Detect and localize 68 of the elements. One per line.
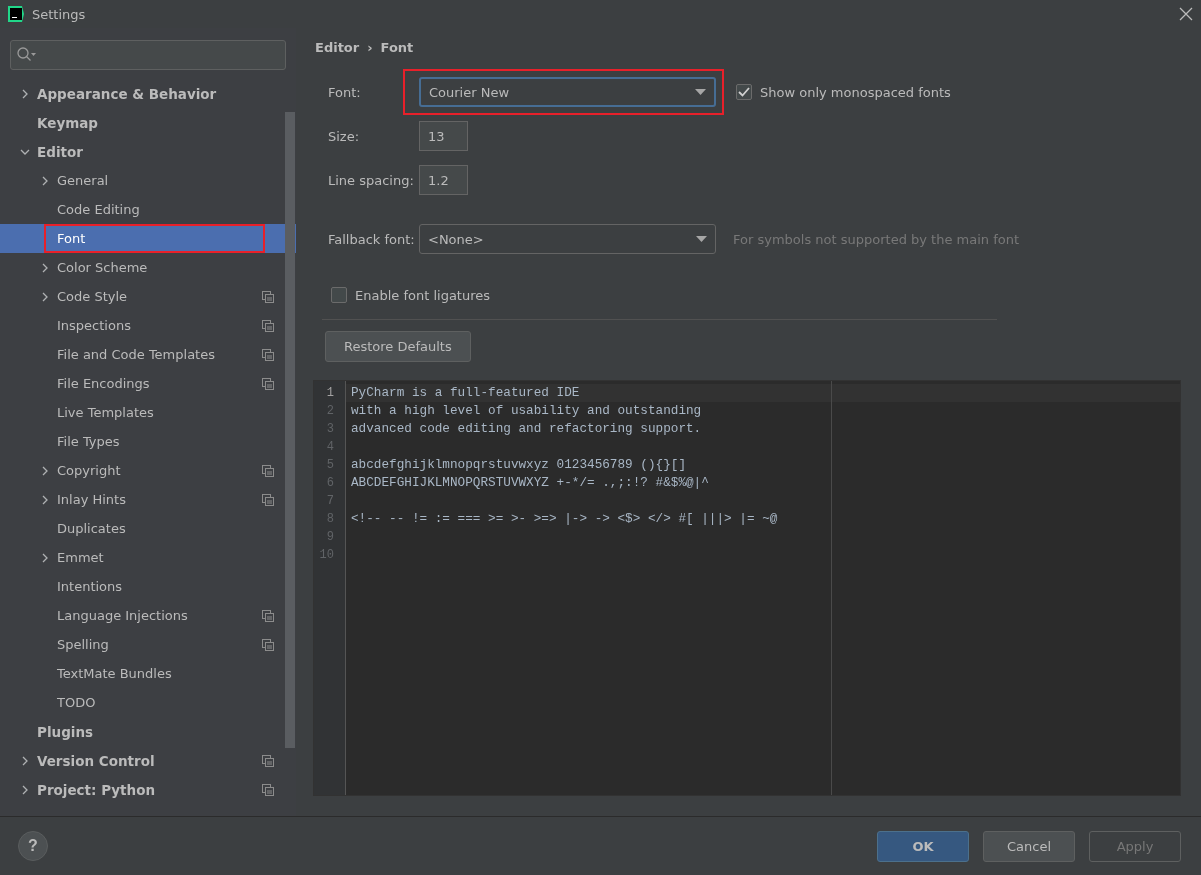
checkbox-label: Show only monospaced fonts: [760, 84, 951, 100]
tree-item[interactable]: Duplicates: [0, 514, 296, 543]
chevron-right-icon[interactable]: [40, 262, 50, 273]
size-input[interactable]: 13: [419, 121, 468, 151]
tree-item[interactable]: Copyright: [0, 456, 296, 485]
breadcrumb-item: Editor: [315, 39, 360, 55]
dropdown-arrow-icon: [695, 89, 706, 95]
breadcrumb-item: Font: [380, 39, 414, 55]
dialog-button[interactable]: OK: [877, 830, 969, 862]
tree-item[interactable]: File Encodings: [0, 369, 296, 398]
field-label: Line spacing:: [328, 172, 415, 188]
tree-item[interactable]: File Types: [0, 427, 296, 456]
tree-item[interactable]: Code Style: [0, 282, 296, 311]
window-title: Settings: [32, 6, 87, 22]
field-label: Size:: [328, 128, 361, 144]
line-spacing-input[interactable]: 1.2: [419, 165, 468, 195]
chevron-right-icon[interactable]: [40, 175, 50, 186]
chevron-right-icon[interactable]: [20, 88, 30, 99]
chevron-right-icon[interactable]: [40, 494, 50, 505]
tree-item[interactable]: Color Scheme: [0, 253, 296, 282]
tree-item[interactable]: Font: [0, 224, 296, 253]
chevron-right-icon[interactable]: [20, 755, 30, 766]
chevron-right-icon[interactable]: [20, 784, 30, 795]
hint-text: For symbols not supported by the main font: [733, 231, 1020, 247]
tree-item[interactable]: Emmet: [0, 543, 296, 572]
tree-item[interactable]: Language Injections: [0, 601, 296, 630]
tree-item[interactable]: Inlay Hints: [0, 485, 296, 514]
chevron-right-icon[interactable]: [40, 465, 50, 476]
search-field[interactable]: [10, 40, 286, 70]
close-icon[interactable]: [1179, 7, 1193, 21]
breadcrumb-separator: ›: [367, 39, 373, 55]
dialog-button[interactable]: Cancel: [983, 830, 1075, 862]
code-line: <!-- -- != := === >= >- >=> |-> -> <$> </> #[ |||> |= ~@: [350, 510, 779, 528]
tree-item[interactable]: General: [0, 166, 296, 195]
app-logo-icon: [8, 6, 24, 22]
tree-item[interactable]: Intentions: [0, 572, 296, 601]
scrollbar-thumb[interactable]: [285, 112, 295, 748]
tree-item[interactable]: TODO: [0, 688, 296, 717]
font-dropdown[interactable]: Courier New: [419, 77, 716, 107]
tree-item[interactable]: Appearance & Behavior: [0, 79, 296, 108]
tree-item[interactable]: Spelling: [0, 630, 296, 659]
chevron-right-icon[interactable]: [40, 552, 50, 563]
tree-item[interactable]: Plugins: [0, 717, 296, 746]
dropdown-arrow-icon: [696, 236, 707, 242]
tree-item[interactable]: Keymap: [0, 108, 296, 137]
field-label: Font:: [328, 84, 362, 100]
checkbox[interactable]: [736, 84, 752, 100]
checkbox-label: Enable font ligatures: [355, 287, 491, 303]
tree-item[interactable]: Code Editing: [0, 195, 296, 224]
code-line: with a high level of usability and outstanding: [350, 402, 703, 420]
field-label: Fallback font:: [328, 231, 416, 247]
tree-item[interactable]: Editor: [0, 137, 296, 166]
line-number: 1: [325, 385, 335, 402]
code-line: ABCDEFGHIJKLMNOPQRSTUVWXYZ +-*/= .,;:!? #&$%@|^: [350, 474, 710, 492]
search-icon: [17, 47, 37, 63]
chevron-right-icon[interactable]: [40, 291, 50, 302]
code-line: abcdefghijklmnopqrstuvwxyz 0123456789 (){}[]: [350, 456, 687, 474]
restore-defaults-button[interactable]: Restore Defaults: [325, 331, 471, 362]
tree-item[interactable]: Inspections: [0, 311, 296, 340]
tree-item[interactable]: Project: Python: [0, 775, 296, 804]
help-button[interactable]: ?: [18, 831, 48, 861]
tree-item[interactable]: Live Templates: [0, 398, 296, 427]
fallback-dropdown[interactable]: <None>: [419, 224, 716, 254]
tree-item[interactable]: Version Control: [0, 746, 296, 775]
code-line: advanced code editing and refactoring support.: [350, 420, 703, 438]
tree-item[interactable]: TextMate Bundles: [0, 659, 296, 688]
checkbox[interactable]: [331, 287, 347, 303]
tree-item[interactable]: File and Code Templates: [0, 340, 296, 369]
